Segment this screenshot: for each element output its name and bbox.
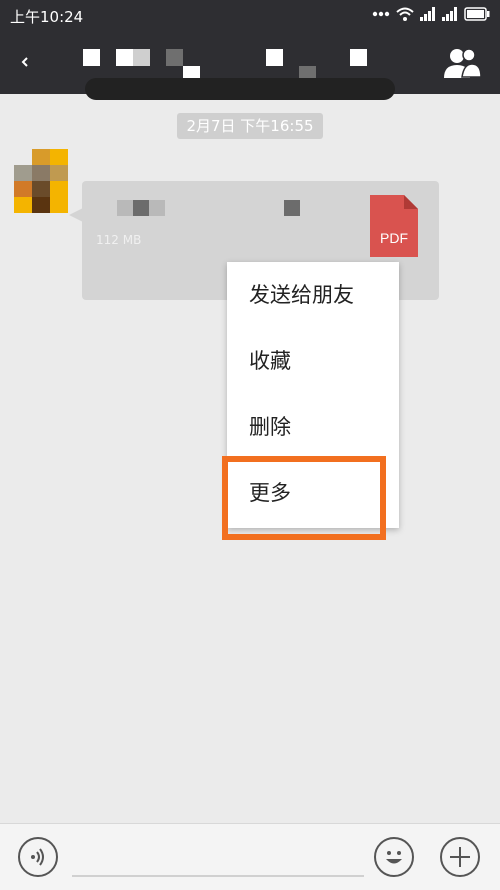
menu-item-delete[interactable]: 删除 <box>227 394 399 460</box>
voice-icon <box>31 848 44 866</box>
input-bar <box>0 823 500 890</box>
emoji-icon <box>386 851 402 864</box>
pdf-file-icon <box>370 195 418 257</box>
bubble-tail <box>69 208 83 222</box>
status-time: 上午10:24 <box>10 8 84 26</box>
plus-button[interactable] <box>440 837 480 877</box>
message-input[interactable] <box>72 875 364 877</box>
avatar[interactable] <box>14 149 68 215</box>
plus-icon <box>450 847 470 867</box>
file-size: 112 MB <box>96 233 142 247</box>
chevron-left-icon[interactable] <box>18 52 32 72</box>
menu-item-send-to-friend[interactable]: 发送给朋友 <box>227 262 399 328</box>
title-scribble <box>85 78 395 100</box>
highlight-box <box>222 456 386 540</box>
contacts-icon[interactable] <box>442 44 482 80</box>
emoji-button[interactable] <box>374 837 414 877</box>
status-bar: 上午10:24 <box>0 0 500 30</box>
battery-icon <box>464 7 490 21</box>
signal-icon <box>442 7 457 21</box>
menu-item-favorite[interactable]: 收藏 <box>227 328 399 394</box>
signal-icon <box>420 7 435 21</box>
pdf-label: PDF <box>380 230 408 246</box>
voice-button[interactable] <box>18 837 58 877</box>
wifi-icon <box>396 7 414 21</box>
message-timestamp: 2月7日 下午16:55 <box>177 113 323 139</box>
more-dots-icon <box>372 11 390 17</box>
status-icons <box>372 7 490 21</box>
